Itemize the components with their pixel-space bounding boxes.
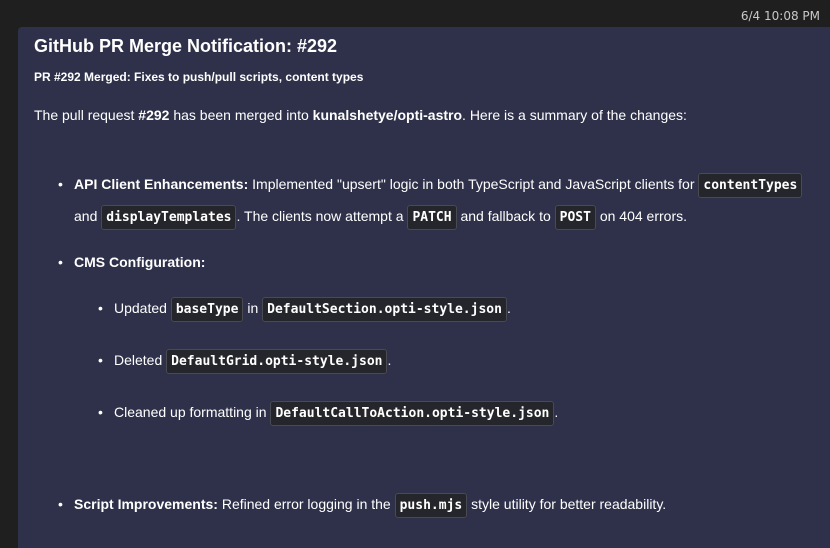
- item-text: .: [506, 300, 511, 316]
- item-text: in: [243, 300, 263, 316]
- code-default-grid: DefaultGrid.opti-style.json: [166, 349, 388, 374]
- intro-paragraph: The pull request #292 has been merged in…: [34, 106, 830, 124]
- item-text: . The clients now attempt a: [236, 208, 408, 224]
- intro-text: The pull request: [34, 107, 139, 123]
- item-text: on 404 errors.: [595, 208, 688, 224]
- bullet-icon: •: [58, 496, 63, 512]
- item-text: Deleted: [114, 352, 167, 368]
- item-label: API Client Enhancements:: [74, 176, 249, 192]
- message-card: GitHub PR Merge Notification: #292 PR #2…: [18, 27, 830, 548]
- item-text: and: [74, 208, 102, 224]
- item-text: .: [387, 352, 392, 368]
- list-item-cms: • CMS Configuration:: [34, 247, 830, 277]
- bullet-icon: •: [98, 300, 103, 316]
- code-display-templates: displayTemplates: [101, 205, 237, 230]
- item-text: Updated: [114, 300, 171, 316]
- code-base-type: baseType: [170, 297, 244, 322]
- sub-item-cleaned: • Cleaned up formatting in DefaultCallToA…: [34, 397, 830, 429]
- sub-item-deleted: • Deleted DefaultGrid.opti-style.json.: [34, 345, 830, 377]
- intro-text: has been merged into: [169, 107, 313, 123]
- code-push-mjs: push.mjs: [394, 493, 468, 518]
- bullet-icon: •: [58, 176, 63, 192]
- repo-name: kunalshetye/opti-astro: [312, 107, 463, 123]
- item-text: Implemented "upsert" logic in both TypeS…: [248, 176, 699, 192]
- intro-text: . Here is a summary of the changes:: [462, 107, 687, 123]
- message-subtitle: PR #292 Merged: Fixes to push/pull scrip…: [34, 70, 364, 84]
- code-default-cta: DefaultCallToAction.opti-style.json: [270, 401, 555, 426]
- change-list: • API Client Enhancements: Implemented "u…: [34, 169, 830, 521]
- bullet-icon: •: [98, 404, 103, 420]
- sub-item-updated: • Updated baseType in DefaultSection.opti…: [34, 293, 830, 325]
- code-content-types: contentTypes: [698, 173, 803, 198]
- list-item-script: • Script Improvements: Refined error logg…: [34, 489, 830, 521]
- pr-number: #292: [138, 107, 170, 123]
- item-text: and fallback to: [456, 208, 555, 224]
- list-item-api: • API Client Enhancements: Implemented "u…: [34, 169, 830, 233]
- item-text: .: [554, 404, 559, 420]
- bullet-icon: •: [98, 352, 103, 368]
- item-text: Refined error logging in the: [217, 496, 395, 512]
- item-text: Cleaned up formatting in: [114, 404, 271, 420]
- item-label: Script Improvements:: [74, 496, 218, 512]
- item-text: style utility for better readability.: [467, 496, 667, 512]
- code-post: POST: [554, 205, 596, 230]
- code-patch: PATCH: [407, 205, 457, 230]
- bullet-icon: •: [58, 254, 63, 270]
- item-label: CMS Configuration:: [74, 254, 206, 270]
- code-default-section: DefaultSection.opti-style.json: [262, 297, 507, 322]
- message-title: GitHub PR Merge Notification: #292: [34, 36, 338, 56]
- message-timestamp: 6/4 10:08 PM: [740, 9, 820, 23]
